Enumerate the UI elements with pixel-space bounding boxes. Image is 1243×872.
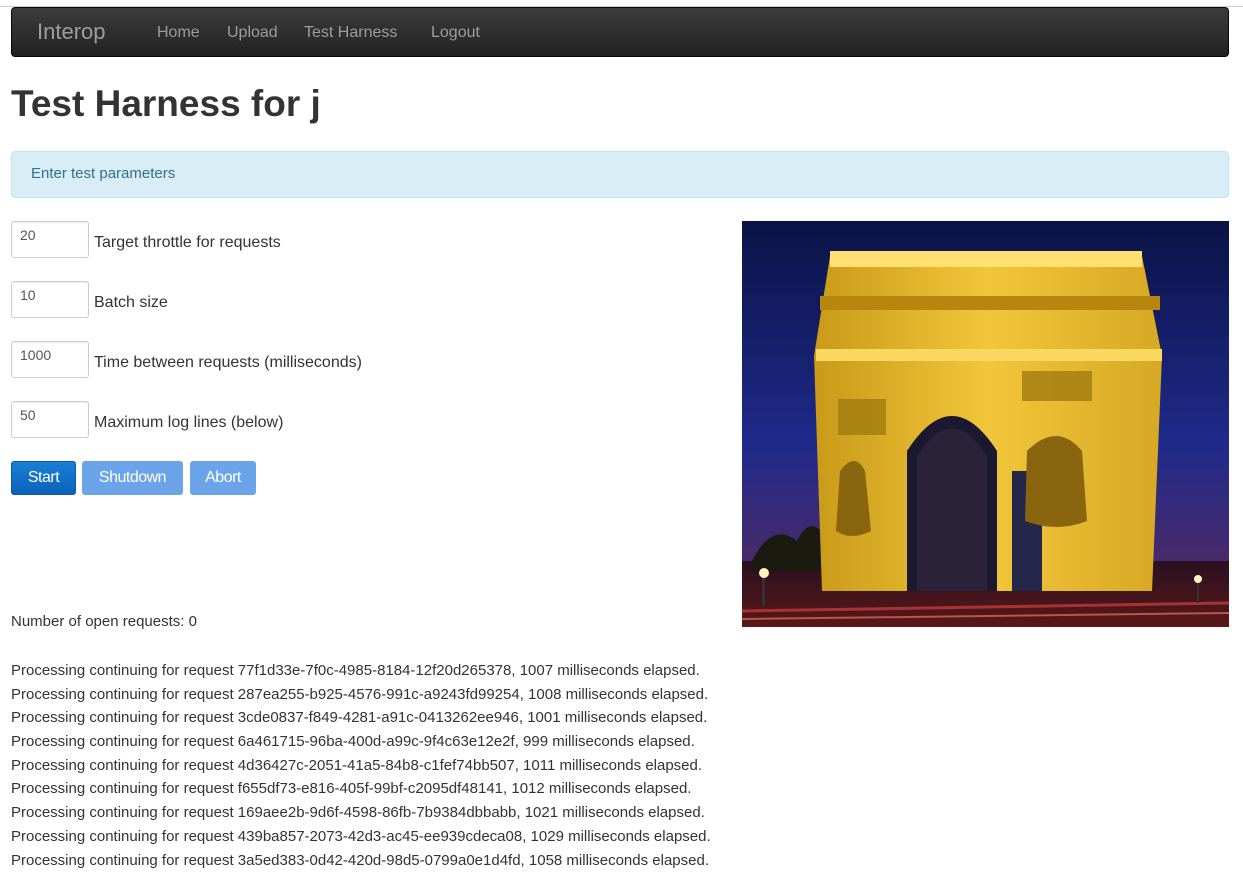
- log-line: Processing continuing for request 169aee…: [11, 801, 911, 825]
- throttle-input[interactable]: [11, 221, 89, 258]
- log-line: Processing continuing for request 6a4617…: [11, 730, 911, 754]
- page-title: Test Harness for j: [11, 82, 321, 126]
- nav-test-harness[interactable]: Test Harness: [304, 23, 397, 43]
- log-line: Processing continuing for request 3cde08…: [11, 706, 911, 730]
- interval-label: Time between requests (milliseconds): [94, 353, 362, 373]
- throttle-row: Target throttle for requests: [11, 221, 711, 259]
- batch-size-input[interactable]: [11, 281, 89, 318]
- log-line: Processing continuing for request 4d3642…: [11, 754, 911, 778]
- max-log-row: Maximum log lines (below): [11, 401, 711, 439]
- nav-logout[interactable]: Logout: [431, 23, 480, 43]
- log-line: Processing continuing for request f655df…: [11, 777, 911, 801]
- abort-button[interactable]: Abort: [190, 461, 256, 495]
- navbar: Interop Home Upload Test Harness Logout: [11, 7, 1229, 57]
- nav-upload[interactable]: Upload: [227, 23, 278, 43]
- throttle-label: Target throttle for requests: [94, 233, 281, 253]
- info-alert: Enter test parameters: [11, 151, 1229, 198]
- brand-logo[interactable]: Interop: [37, 19, 106, 45]
- log-output: Processing continuing for request 77f1d3…: [11, 659, 911, 872]
- log-line: Processing continuing for request 287ea2…: [11, 683, 911, 707]
- log-line: Processing continuing for request 439ba8…: [11, 825, 911, 849]
- log-line: Processing continuing for request 77f1d3…: [11, 659, 911, 683]
- start-button[interactable]: Start: [11, 461, 76, 495]
- max-log-label: Maximum log lines (below): [94, 413, 283, 433]
- batch-size-row: Batch size: [11, 281, 711, 319]
- arc-de-triomphe-photo: [742, 221, 1229, 627]
- nav-home[interactable]: Home: [157, 23, 200, 43]
- log-line: Processing continuing for request 3a5ed3…: [11, 849, 911, 872]
- max-log-input[interactable]: [11, 401, 89, 438]
- batch-size-label: Batch size: [94, 293, 168, 313]
- shutdown-button[interactable]: Shutdown: [82, 461, 183, 495]
- interval-input[interactable]: [11, 341, 89, 378]
- open-requests-count: Number of open requests: 0: [11, 613, 197, 631]
- interval-row: Time between requests (milliseconds): [11, 341, 711, 379]
